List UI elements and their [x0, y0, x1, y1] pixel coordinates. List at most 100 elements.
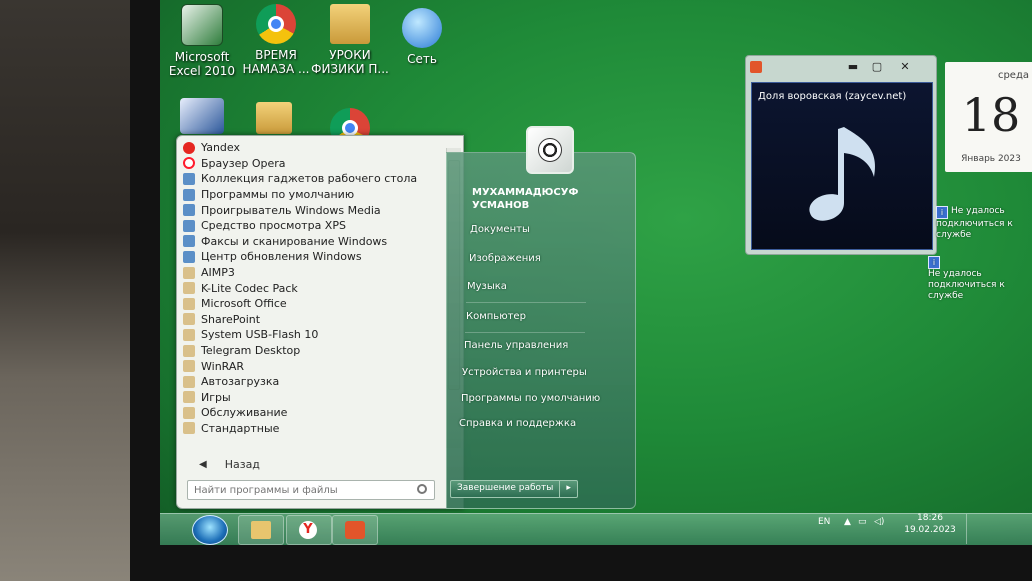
desktop-icon-network[interactable]: Сеть: [382, 8, 462, 66]
service-notice: i Не удалось подключиться к службе: [936, 206, 1026, 241]
shutdown-options-arrow-icon[interactable]: ▸: [560, 480, 578, 498]
search-icon: [417, 484, 427, 494]
media-player-icon: [183, 204, 195, 217]
program-item[interactable]: Факсы и сканирование Windows: [181, 234, 443, 250]
folder-icon: [183, 313, 195, 326]
desktop-screen: Microsoft Excel 2010 ВРЕМЯ НАМАЗА ... УР…: [160, 0, 1032, 545]
program-label: Центр обновления Windows: [201, 250, 362, 264]
tray-arrow-icon[interactable]: ▲: [844, 517, 851, 527]
program-label: SharePoint: [201, 312, 261, 326]
taskbar-explorer[interactable]: [238, 515, 284, 545]
start-button[interactable]: [192, 515, 228, 545]
track-title: Доля воровская (zaycev.net): [758, 91, 907, 102]
program-item[interactable]: Средство просмотра XPS: [181, 218, 443, 234]
calendar-weekday: среда: [997, 70, 1029, 81]
desktop-icon-excel[interactable]: Microsoft Excel 2010: [162, 4, 242, 78]
info-icon: i: [928, 256, 940, 269]
calendar-gadget[interactable]: среда 18 Январь 2023: [945, 62, 1032, 172]
minimize-icon[interactable]: ▬: [844, 60, 862, 73]
back-button[interactable]: ◀ Назад: [199, 458, 260, 471]
start-menu-programs-panel: Yandex Браузер Opera Коллекция гаджетов ра…: [176, 135, 464, 509]
language-indicator[interactable]: EN: [818, 517, 830, 527]
desktop-icon-label: ВРЕМЯ НАМАЗА ...: [242, 48, 310, 76]
link-music[interactable]: Музыка: [467, 281, 507, 292]
maximize-icon[interactable]: ▢: [868, 60, 886, 73]
link-devices-printers[interactable]: Устройства и принтеры: [462, 367, 587, 378]
program-label: Telegram Desktop: [201, 344, 301, 358]
taskbar-yandex[interactable]: Y: [286, 515, 332, 545]
back-arrow-icon: ◀: [199, 459, 207, 470]
volume-icon[interactable]: ◁): [874, 517, 884, 527]
program-label: Игры: [201, 390, 231, 404]
music-note-icon: [809, 127, 876, 221]
update-icon: [183, 250, 195, 263]
folder-icon: [183, 266, 195, 279]
program-item[interactable]: Стандартные: [181, 421, 443, 437]
program-label: Yandex: [201, 141, 240, 155]
program-label: Программы по умолчанию: [201, 188, 355, 202]
desktop-icon-namaz[interactable]: ВРЕМЯ НАМАЗА ...: [236, 4, 316, 76]
program-item[interactable]: Обслуживание: [181, 405, 443, 421]
search-input[interactable]: [187, 480, 435, 500]
clock-time: 18:26: [917, 513, 943, 523]
folder-icon: [183, 328, 195, 341]
yandex-icon: [183, 141, 195, 154]
shutdown-button[interactable]: Завершение работы: [450, 480, 561, 498]
program-item[interactable]: Yandex: [181, 140, 443, 156]
user-avatar[interactable]: [526, 126, 574, 174]
folder-icon: [251, 521, 271, 539]
program-label: System USB-Flash 10: [201, 328, 319, 342]
program-label: Microsoft Office: [201, 297, 287, 311]
program-item[interactable]: Игры: [181, 390, 443, 406]
link-default-programs[interactable]: Программы по умолчанию: [461, 393, 600, 404]
program-label: Автозагрузка: [201, 375, 280, 389]
folder-icon: [330, 4, 370, 44]
program-item[interactable]: System USB-Flash 10: [181, 327, 443, 343]
network-icon: [402, 8, 442, 48]
folder-icon: [183, 344, 195, 357]
defaults-icon: [183, 188, 195, 201]
link-pictures[interactable]: Изображения: [469, 253, 541, 264]
program-label: Стандартные: [201, 421, 280, 435]
program-item[interactable]: K-Lite Codec Pack: [181, 280, 443, 296]
program-label: Проигрыватель Windows Media: [201, 203, 381, 217]
word-icon[interactable]: [180, 98, 224, 134]
folder-icon: [183, 406, 195, 419]
program-item[interactable]: Коллекция гаджетов рабочего стола: [181, 171, 443, 187]
link-control-panel[interactable]: Панель управления: [464, 340, 568, 351]
show-desktop-button[interactable]: [966, 514, 975, 544]
gadget-display: Доля воровская (zaycev.net): [751, 82, 933, 250]
media-player-gadget: ▬ ▢ ✕ Доля воровская (zaycev.net): [745, 55, 937, 255]
folder-icon: [183, 360, 195, 373]
program-item[interactable]: Центр обновления Windows: [181, 249, 443, 265]
link-help-support[interactable]: Справка и поддержка: [459, 418, 576, 429]
program-item[interactable]: Telegram Desktop: [181, 343, 443, 359]
user-name: МУХАММАДЮСУФ УСМАНОВ: [472, 187, 579, 211]
gadgets-icon: [183, 172, 195, 185]
program-item[interactable]: AIMP3: [181, 265, 443, 281]
program-item[interactable]: Автозагрузка: [181, 374, 443, 390]
program-label: Коллекция гаджетов рабочего стола: [201, 172, 418, 186]
program-item[interactable]: SharePoint: [181, 312, 443, 328]
network-tray-icon[interactable]: ▭: [858, 517, 867, 527]
program-item[interactable]: Microsoft Office: [181, 296, 443, 312]
clock-date: 19.02.2023: [904, 525, 956, 535]
aimp-icon: [345, 521, 365, 539]
program-item[interactable]: Проигрыватель Windows Media: [181, 202, 443, 218]
taskbar-aimp[interactable]: [332, 515, 378, 545]
service-notice: i Не удалось подключиться к службе: [928, 256, 1018, 302]
program-item[interactable]: Программы по умолчанию: [181, 187, 443, 203]
program-item[interactable]: WinRAR: [181, 358, 443, 374]
folder-icon: [183, 391, 195, 404]
link-computer[interactable]: Компьютер: [466, 311, 526, 322]
notice-text: Не удалось подключиться к службе: [928, 269, 1005, 301]
link-documents[interactable]: Документы: [470, 224, 530, 235]
folder-icon[interactable]: [256, 102, 292, 134]
program-item[interactable]: Браузер Opera: [181, 156, 443, 172]
menu-separator: [465, 332, 585, 333]
close-icon[interactable]: ✕: [896, 60, 914, 73]
xps-icon: [183, 219, 195, 232]
chrome-icon: [256, 4, 296, 44]
system-clock[interactable]: 18:26 19.02.2023: [900, 512, 960, 536]
desktop-icon-physics-folder[interactable]: УРОКИ ФИЗИКИ П...: [310, 4, 390, 76]
